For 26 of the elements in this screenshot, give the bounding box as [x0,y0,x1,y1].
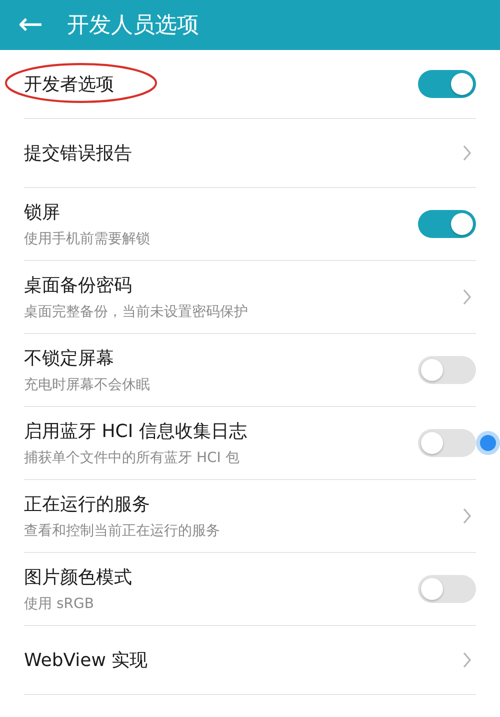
chevron-icon [462,651,472,669]
setting-title: WebView 实现 [24,649,148,672]
setting-description: 使用 sRGB [24,595,95,613]
chevron-icon [462,288,472,306]
toggle-switch[interactable] [418,575,476,603]
toggle-switch[interactable] [418,70,476,98]
toggle-switch[interactable] [418,429,476,457]
setting-title: 开发者选项 [24,72,114,96]
setting-title: 提交错误报告 [24,142,132,165]
setting-description: 使用手机前需要解锁 [24,230,150,248]
setting-title: 正在运行的服务 [24,493,151,516]
setting-description: 充电时屏幕不会休眠 [24,376,150,394]
setting-title: 启用蓝牙 HCI 信息收集日志 [24,420,247,443]
setting-description: 查看和控制当前正在运行的服务 [24,522,220,540]
toggle-switch[interactable] [418,210,476,238]
setting-title: 锁屏 [24,201,61,224]
screen-title: 开发人员选项 [67,12,200,40]
setting-description: 捕获单个文件中的所有蓝牙 HCI 包 [24,449,240,467]
setting-title: 桌面备份密码 [24,274,133,297]
setting-title: 图片颜色模式 [24,566,132,589]
setting-title: 不锁定屏幕 [24,347,115,370]
toggle-switch[interactable] [418,356,476,384]
setting-description: 桌面完整备份，当前未设置密码保护 [24,303,248,321]
chevron-icon [462,507,472,525]
chevron-icon [462,144,472,162]
back-button[interactable]: ← [12,10,50,40]
